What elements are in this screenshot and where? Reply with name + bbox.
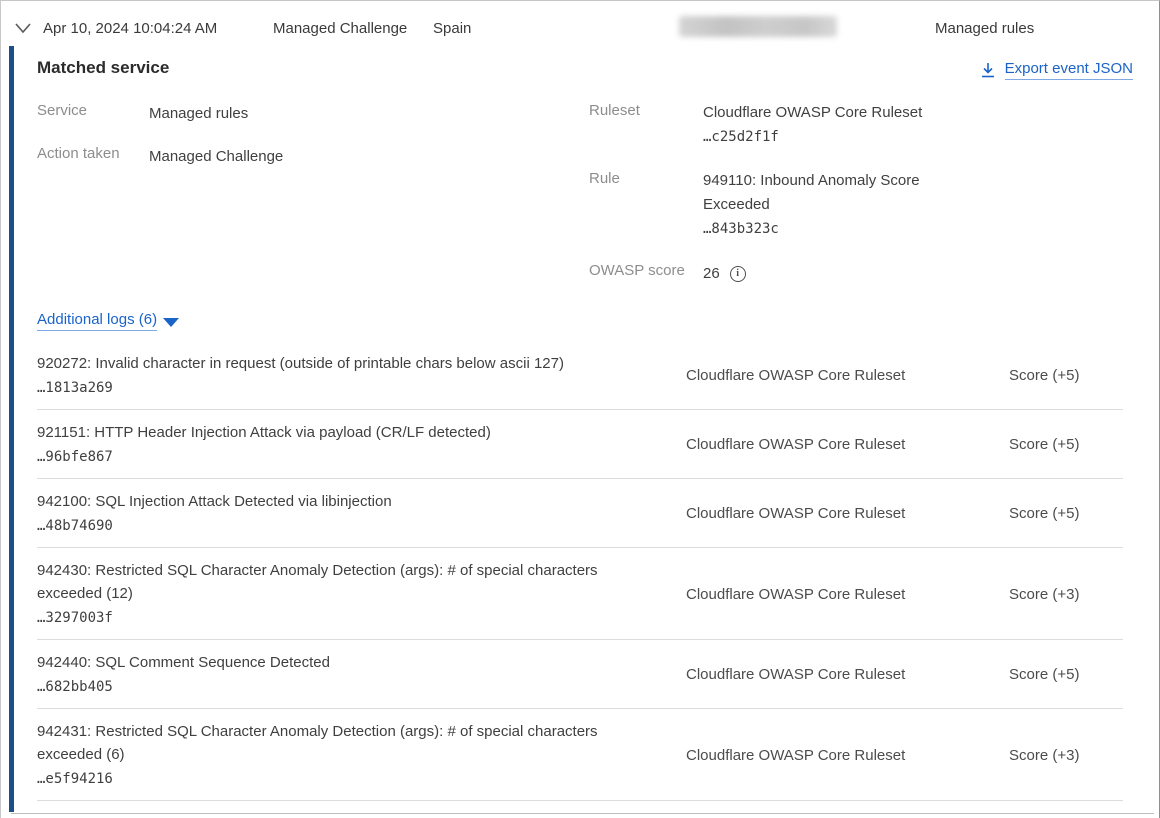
log-rule-text: 920272: Invalid character in request (ou… xyxy=(37,355,564,372)
event-timestamp: Apr 10, 2024 10:04:24 AM xyxy=(43,20,217,37)
log-rule-text: 942430: Restricted SQL Character Anomaly… xyxy=(37,562,598,602)
event-summary-row[interactable]: Apr 10, 2024 10:04:24 AM Managed Challen… xyxy=(1,2,1159,46)
log-row: 920272: Invalid character in request (ou… xyxy=(1,341,1160,410)
log-description: 942440: SQL Comment Sequence Detected …6… xyxy=(37,651,637,698)
event-action: Managed Challenge xyxy=(273,20,407,37)
rule-name: 949110: Inbound Anomaly Score Exceeded xyxy=(703,172,920,213)
event-country: Spain xyxy=(433,20,471,37)
log-score: Score (+3) xyxy=(973,586,1160,603)
log-rule-hash: …48b74690 xyxy=(37,515,637,537)
log-score: Score (+5) xyxy=(973,367,1160,384)
log-description: 942100: SQL Injection Attack Detected vi… xyxy=(37,490,637,537)
owasp-score-value: 26 xyxy=(703,262,720,286)
owasp-score-value-row: 26 i xyxy=(703,262,746,286)
log-row: 942430: Restricted SQL Character Anomaly… xyxy=(1,548,1160,640)
log-ruleset: Cloudflare OWASP Core Ruleset xyxy=(650,367,973,384)
log-score: Score (+5) xyxy=(973,666,1160,683)
service-label: Service xyxy=(37,102,87,119)
ruleset-value: Cloudflare OWASP Core Ruleset …c25d2f1f xyxy=(703,101,943,149)
ruleset-hash: …c25d2f1f xyxy=(703,125,943,149)
log-score: Score (+5) xyxy=(973,436,1160,453)
log-ruleset: Cloudflare OWASP Core Ruleset xyxy=(650,505,973,522)
rule-value: 949110: Inbound Anomaly Score Exceeded …… xyxy=(703,169,943,241)
log-rule-hash: …682bb405 xyxy=(37,676,637,698)
event-detail-panel: Apr 10, 2024 10:04:24 AM Managed Challen… xyxy=(0,0,1160,818)
log-rule-text: 942100: SQL Injection Attack Detected vi… xyxy=(37,493,392,510)
log-rule-hash: …e5f94216 xyxy=(37,768,637,790)
download-icon xyxy=(980,62,996,79)
log-rule-hash: …96bfe867 xyxy=(37,446,637,468)
action-taken-value: Managed Challenge xyxy=(149,145,283,169)
table-row-divider xyxy=(11,813,1154,814)
additional-logs-toggle[interactable]: Additional logs (6) xyxy=(37,311,179,331)
section-title: Matched service xyxy=(37,58,169,78)
log-rule-text: 942440: SQL Comment Sequence Detected xyxy=(37,654,330,671)
chevron-down-icon[interactable] xyxy=(14,21,32,35)
rule-label: Rule xyxy=(589,170,620,187)
log-score: Score (+5) xyxy=(973,505,1160,522)
log-ruleset: Cloudflare OWASP Core Ruleset xyxy=(650,666,973,683)
log-score: Score (+3) xyxy=(973,747,1160,764)
additional-logs-label: Additional logs (6) xyxy=(37,311,157,331)
log-description: 942431: Restricted SQL Character Anomaly… xyxy=(37,720,637,790)
log-row: 921151: HTTP Header Injection Attack via… xyxy=(1,410,1160,479)
export-event-json-link[interactable]: Export event JSON xyxy=(980,60,1133,80)
redacted-value xyxy=(679,16,837,37)
info-icon[interactable]: i xyxy=(730,266,746,282)
owasp-score-label: OWASP score xyxy=(589,262,685,279)
caret-down-icon xyxy=(163,318,179,327)
log-rule-hash: …1813a269 xyxy=(37,377,637,399)
log-rule-text: 921151: HTTP Header Injection Attack via… xyxy=(37,424,491,441)
action-taken-label: Action taken xyxy=(37,145,120,162)
additional-logs-list: 920272: Invalid character in request (ou… xyxy=(1,341,1160,801)
log-ruleset: Cloudflare OWASP Core Ruleset xyxy=(650,436,973,453)
rule-hash: …843b323c xyxy=(703,217,943,241)
log-rule-hash: …3297003f xyxy=(37,607,637,629)
log-row: 942100: SQL Injection Attack Detected vi… xyxy=(1,479,1160,548)
event-service-column: Managed rules xyxy=(935,20,1034,37)
log-ruleset: Cloudflare OWASP Core Ruleset xyxy=(650,747,973,764)
service-value: Managed rules xyxy=(149,102,248,126)
export-event-json-label: Export event JSON xyxy=(1005,60,1133,80)
ruleset-name: Cloudflare OWASP Core Ruleset xyxy=(703,104,922,121)
log-description: 920272: Invalid character in request (ou… xyxy=(37,352,637,399)
log-ruleset: Cloudflare OWASP Core Ruleset xyxy=(650,586,973,603)
log-description: 942430: Restricted SQL Character Anomaly… xyxy=(37,559,637,629)
log-row: 942431: Restricted SQL Character Anomaly… xyxy=(1,709,1160,801)
log-description: 921151: HTTP Header Injection Attack via… xyxy=(37,421,637,468)
log-row: 942440: SQL Comment Sequence Detected …6… xyxy=(1,640,1160,709)
ruleset-label: Ruleset xyxy=(589,102,640,119)
log-rule-text: 942431: Restricted SQL Character Anomaly… xyxy=(37,723,598,763)
